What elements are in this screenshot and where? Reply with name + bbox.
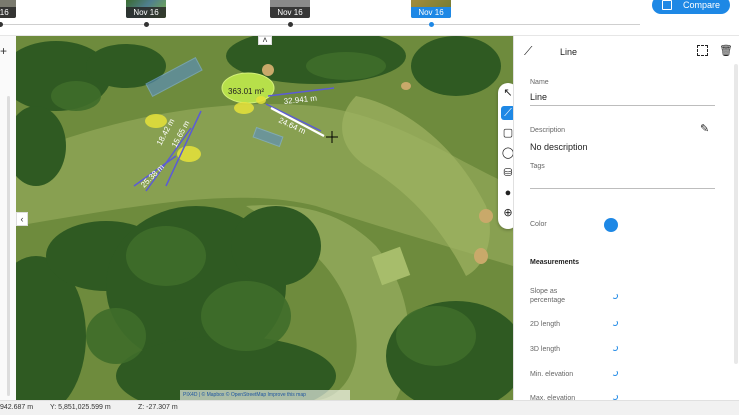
coord-x: 942.687 m	[0, 404, 34, 411]
compare-icon	[662, 0, 672, 10]
timeline-track	[0, 24, 640, 25]
timeline-date: Nov 16	[411, 7, 451, 18]
add-icon[interactable]: +	[0, 44, 7, 58]
collapse-top-tab[interactable]: ˄	[258, 36, 272, 45]
coord-y: Y: 5,851,025.599 m	[50, 404, 111, 411]
tags-field[interactable]	[530, 188, 715, 189]
compare-button[interactable]: Compare	[652, 0, 730, 14]
timeline-item[interactable]: Nov 16	[270, 0, 310, 18]
tags-label: Tags	[530, 163, 545, 170]
drawing-toolbar: ↖ ⟋ ▢ ◯ ⛁ ● ⊕	[498, 83, 513, 229]
collapse-left-tab[interactable]: ‹	[16, 212, 28, 226]
timeline-date: Nov 16	[0, 7, 16, 18]
loading-spinner-icon	[612, 293, 618, 299]
name-field[interactable]: Line	[530, 92, 547, 102]
coord-z: Z: -27.307 m	[138, 404, 178, 411]
timeline-dot-active[interactable]	[429, 22, 434, 27]
measurement-label-min-elevation: Min. elevation	[530, 371, 574, 378]
measurement-label: 363.01 m²	[228, 87, 264, 96]
delete-icon[interactable]: 🗑	[719, 44, 733, 57]
loading-spinner-icon	[612, 320, 618, 326]
pointer-icon[interactable]: ↖	[501, 86, 513, 100]
marker-tool-icon[interactable]: ●	[501, 186, 513, 200]
panel-scrollbar[interactable]	[734, 64, 738, 364]
map-viewport[interactable]: 363.01 m² 32.941 m 24.64 m 18.42 m 15.65…	[16, 36, 513, 400]
edit-description-icon[interactable]: ✎	[700, 122, 709, 135]
description-value[interactable]: No description	[530, 142, 588, 152]
compare-label: Compare	[682, 0, 720, 10]
loading-spinner-icon	[612, 370, 618, 376]
color-swatch[interactable]	[604, 218, 618, 232]
measurement-label-2d-length: 2D length	[530, 321, 560, 328]
timeline-date: Nov 16	[126, 7, 166, 18]
line-tool-icon[interactable]: ⟋	[501, 106, 513, 120]
orthomosaic-image: 363.01 m² 32.941 m 24.64 m 18.42 m 15.65…	[16, 36, 513, 400]
timeline-dot[interactable]	[288, 22, 293, 27]
timeline-item-active[interactable]: Nov 16	[411, 0, 451, 18]
volume-tool-icon[interactable]: ⛁	[501, 166, 513, 180]
measurements-heading: Measurements	[530, 259, 580, 266]
left-scrollbar[interactable]	[7, 96, 10, 396]
line-type-icon: ⟋	[524, 44, 533, 58]
measurement-label-max-elevation: Max. elevation	[530, 395, 576, 402]
loading-spinner-icon	[612, 394, 618, 400]
color-label: Color	[530, 221, 547, 228]
timeline-item[interactable]: Nov 16	[126, 0, 166, 18]
map-attribution[interactable]: PIX4D | © Mapbox © OpenStreetMap Improve…	[180, 390, 350, 400]
measurement-label-slope: Slope as percentage	[530, 288, 566, 304]
timeline-dot[interactable]	[144, 22, 149, 27]
lasso-tool-icon[interactable]: ◯	[501, 146, 513, 160]
timeline-dot[interactable]	[0, 22, 3, 27]
description-label: Description	[530, 127, 566, 134]
left-rail: +	[0, 36, 16, 400]
panel-title: Line	[560, 47, 578, 57]
status-bar: 942.687 m Y: 5,851,025.599 m Z: -27.307 …	[0, 400, 739, 415]
name-label: Name	[530, 79, 549, 86]
polygon-tool-icon[interactable]: ▢	[501, 126, 513, 140]
timeline-date: Nov 16	[270, 7, 310, 18]
timeline-item[interactable]: Nov 16	[0, 0, 16, 18]
loading-spinner-icon	[612, 345, 618, 351]
timeline: Nov 16 Nov 16 Nov 16 Nov 16 Compare	[0, 0, 739, 36]
measurement-label-3d-length: 3D length	[530, 346, 560, 353]
target-tool-icon[interactable]: ⊕	[501, 206, 513, 220]
panel-header: ⟋ Line 🗑	[514, 36, 739, 68]
name-underline	[530, 105, 715, 106]
focus-icon[interactable]	[697, 45, 708, 56]
properties-panel: ⟋ Line 🗑 Name Line Description ✎ No desc…	[513, 36, 739, 402]
